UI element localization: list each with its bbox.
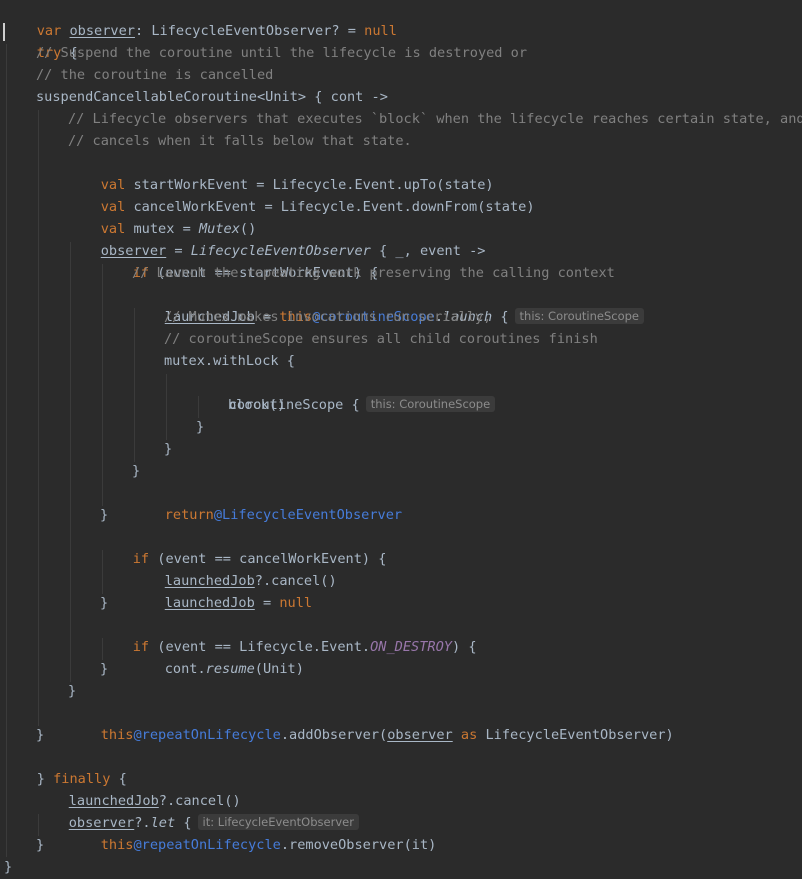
code-line[interactable]: val mutex = Mutex()	[68, 196, 257, 237]
code-line[interactable]: launchedJob?.cancel()	[36, 768, 241, 809]
code-line[interactable]: block()	[228, 394, 285, 416]
code-text: =	[254, 595, 280, 611]
keyword: return	[164, 507, 214, 523]
code-comment[interactable]: // the coroutine is cancelled	[36, 64, 273, 86]
code-comment[interactable]: // Launch the repeating work preserving …	[132, 262, 615, 284]
code-line[interactable]: }	[100, 658, 108, 680]
code-line[interactable]: coroutineScope {this: CoroutineScope	[196, 372, 496, 413]
indent-guide	[70, 242, 71, 682]
code-line[interactable]: if (event == cancelWorkEvent) {	[100, 526, 387, 567]
keyword: this	[100, 727, 134, 743]
code-text: ) {	[451, 639, 477, 655]
code-line[interactable]: }	[100, 592, 108, 614]
code-line[interactable]: val startWorkEvent = Lifecycle.Event.upT…	[68, 152, 494, 193]
code-line[interactable]: if (event == Lifecycle.Event.ON_DESTROY)…	[100, 614, 477, 655]
indent-guide	[38, 110, 39, 726]
code-line[interactable]: }	[68, 680, 76, 702]
code-comment[interactable]: // Suspend the coroutine until the lifec…	[36, 42, 527, 64]
code-text: { _, event ->	[370, 243, 486, 259]
function-call[interactable]: resume	[206, 661, 255, 677]
inlay-hint[interactable]: this: CoroutineScope	[514, 308, 645, 324]
code-line[interactable]: var observer: LifecycleEventObserver? = …	[4, 0, 397, 39]
code-text: (Unit)	[254, 661, 304, 677]
code-editor[interactable]: var observer: LifecycleEventObserver? = …	[0, 0, 802, 879]
code-text: )	[428, 837, 437, 853]
code-line[interactable]: mutex.withLock {	[164, 350, 295, 372]
code-line[interactable]: observer = LifecycleEventObserver { _, e…	[68, 218, 486, 259]
code-line[interactable]: this@repeatOnLifecycle.removeObserver(it…	[68, 812, 437, 853]
code-line[interactable]: launchedJob?.cancel()	[132, 548, 337, 589]
code-line[interactable]: } finally {	[4, 746, 127, 787]
constant-reference[interactable]: ON_DESTROY	[370, 639, 452, 655]
code-line[interactable]: }	[100, 504, 108, 526]
code-comment[interactable]: // coroutineScope ensures all child coro…	[164, 328, 598, 350]
code-line[interactable]: launchedJob = null	[132, 570, 312, 611]
code-text: .removeObserver(	[280, 837, 412, 853]
keyword: as	[452, 727, 486, 743]
code-line[interactable]: }	[36, 724, 44, 746]
indent-guide	[166, 374, 167, 440]
code-text: {	[492, 309, 509, 325]
keyword: null	[364, 23, 397, 39]
code-line[interactable]: suspendCancellableCoroutine<Unit> { cont…	[36, 86, 388, 108]
code-line[interactable]: }	[196, 416, 204, 438]
code-line[interactable]: launchedJob = this@coroutineScope.launch…	[132, 284, 645, 325]
variable-reference[interactable]: launchedJob	[165, 595, 255, 611]
code-line[interactable]: if (event == startWorkEvent) {	[100, 240, 379, 281]
code-comment[interactable]: // Mutex makes invocations run serially,	[164, 306, 491, 328]
code-line[interactable]: try {	[4, 20, 78, 61]
code-text: .addObserver(	[280, 727, 388, 743]
code-text: it	[411, 837, 429, 853]
label-reference[interactable]: @repeatOnLifecycle	[134, 837, 281, 853]
code-comment[interactable]: // Lifecycle observers that executes `bl…	[68, 108, 802, 130]
code-line[interactable]: }	[4, 856, 12, 878]
code-line[interactable]: }	[164, 438, 172, 460]
code-text: LifecycleEventObserver)	[485, 727, 674, 743]
variable-reference[interactable]: observer	[387, 727, 452, 743]
keyword: this	[100, 837, 134, 853]
code-line[interactable]: cont.resume(Unit)	[132, 636, 304, 677]
code-line[interactable]: return@LifecycleEventObserver	[132, 482, 402, 523]
code-line[interactable]: observer?.let {it: LifecycleEventObserve…	[36, 790, 359, 831]
label-reference[interactable]: @repeatOnLifecycle	[134, 727, 281, 743]
variable-reference[interactable]: observer	[70, 23, 135, 39]
code-text: : LifecycleEventObserver? =	[134, 23, 365, 39]
keyword: null	[279, 595, 313, 611]
code-line[interactable]: this@repeatOnLifecycle.addObserver(obser…	[68, 702, 674, 743]
code-line[interactable]: val cancelWorkEvent = Lifecycle.Event.do…	[68, 174, 535, 215]
label-reference[interactable]: @LifecycleEventObserver	[214, 507, 402, 523]
indent-guide	[6, 44, 7, 857]
inlay-hint[interactable]: this: CoroutineScope	[365, 396, 496, 412]
code-line[interactable]: }	[36, 834, 44, 856]
code-line[interactable]: }	[132, 460, 140, 482]
code-comment[interactable]: // cancels when it falls below that stat…	[68, 130, 412, 152]
code-text: cont.	[164, 661, 206, 677]
